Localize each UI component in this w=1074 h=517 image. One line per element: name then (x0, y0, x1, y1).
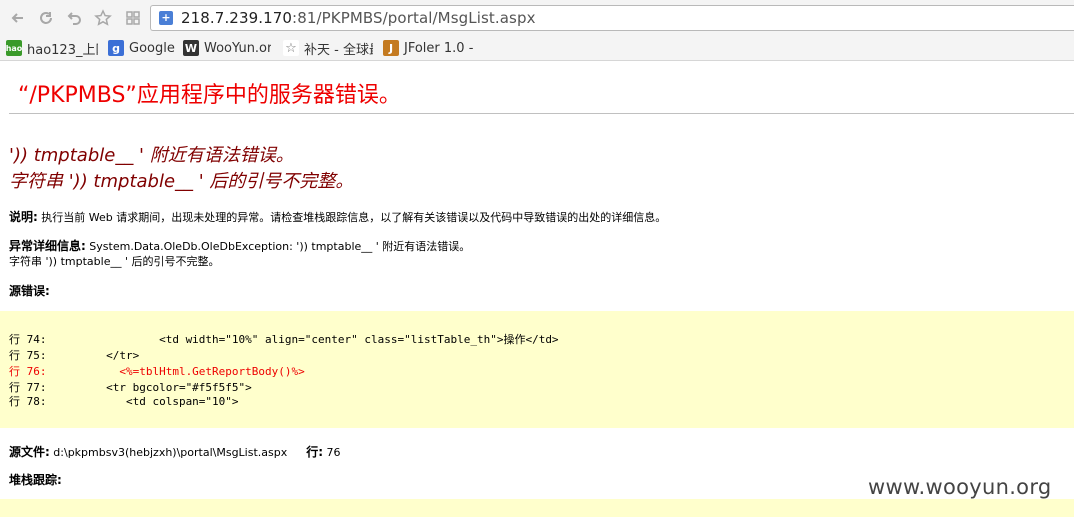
stack-trace-heading: 堆栈跟踪: (9, 471, 62, 488)
bookmark-label: hao123_上网 (27, 42, 98, 58)
line-label: 行: (306, 445, 324, 459)
undo-icon[interactable] (64, 8, 84, 28)
source-error-label: 源错误: (9, 284, 50, 298)
page-title: “/PKPMBS”应用程序中的服务器错误。 (18, 83, 401, 108)
url-path: :81/PKPMBS/portal/MsgList.aspx (292, 9, 536, 27)
exception-text: System.Data.OleDb.OleDbException: ')) tm… (85, 240, 471, 253)
jfoler-icon: J (383, 40, 399, 56)
google-icon: g (108, 40, 124, 56)
bookmark-wooyun[interactable]: W WooYun.org (183, 39, 271, 57)
description-text: 执行当前 Web 请求期间，出现未处理的异常。请检查堆栈跟踪信息，以了解有关该错… (37, 211, 667, 224)
bookmark-google[interactable]: g Google (108, 39, 178, 57)
bookmark-label: Google (129, 40, 175, 56)
url-host: 218.7.239.170 (181, 9, 293, 27)
hao123-icon: hao (6, 40, 22, 56)
page-content: “/PKPMBS”应用程序中的服务器错误。 ')) tmptable__ ' 附… (0, 61, 1074, 517)
bookmarks-bar: hao hao123_上网 g Google W WooYun.org ☆ 补天… (0, 36, 1074, 61)
bookmark-label: JFoler 1.0 - (404, 40, 473, 56)
butian-icon: ☆ (283, 40, 299, 56)
bookmark-hao123[interactable]: hao hao123_上网 (6, 39, 98, 57)
code-line: 行 75: </tr> (9, 349, 140, 362)
source-file-label: 源文件: (9, 445, 50, 459)
watermark: www.wooyun.org (868, 475, 1052, 499)
description-label: 说明: (9, 210, 38, 224)
source-error-heading: 源错误: (9, 282, 50, 299)
stack-trace-label: 堆栈跟踪: (9, 473, 62, 487)
star-icon[interactable] (93, 8, 113, 28)
back-icon[interactable] (8, 8, 28, 28)
browser-toolbar: + 218.7.239.170:81/PKPMBS/portal/MsgList… (0, 0, 1074, 36)
bookmark-butian[interactable]: ☆ 补天 - 全球最 (283, 39, 373, 57)
source-file: 源文件: d:\pkpmbsv3(hebjzxh)\portal\MsgList… (9, 443, 341, 460)
exception-label: 异常详细信息: (9, 239, 86, 253)
error-heading-line2: 字符串 ')) tmptable__ ' 后的引号不完整。 (9, 171, 354, 192)
security-shield-icon[interactable]: + (159, 11, 173, 25)
source-code-box: 行 74: <td width="10%" align="center" cla… (0, 311, 1074, 428)
source-file-value: d:\pkpmbsv3(hebjzxh)\portal\MsgList.aspx (49, 446, 288, 459)
exception-details: 异常详细信息: System.Data.OleDb.OleDbException… (9, 237, 470, 254)
bookmark-label: WooYun.org (204, 40, 271, 56)
refresh-icon[interactable] (36, 8, 56, 28)
bookmark-jfoler[interactable]: J JFoler 1.0 - (383, 39, 473, 57)
code-line: 行 78: <td colspan="10"> (9, 395, 239, 408)
address-bar[interactable]: + 218.7.239.170:81/PKPMBS/portal/MsgList… (150, 5, 1074, 31)
title-divider (9, 113, 1074, 114)
description: 说明: 执行当前 Web 请求期间，出现未处理的异常。请检查堆栈跟踪信息，以了解… (9, 208, 666, 225)
error-heading-line1: ')) tmptable__ ' 附近有语法错误。 (9, 145, 294, 166)
bookmark-label: 补天 - 全球最 (304, 42, 373, 58)
line-value: 76 (323, 446, 341, 459)
url-text: 218.7.239.170:81/PKPMBS/portal/MsgList.a… (181, 9, 536, 27)
code-line: 行 74: <td width="10%" align="center" cla… (9, 333, 559, 346)
code-line-error: 行 76: <%=tblHtml.GetReportBody()%> (9, 365, 305, 378)
grid-icon[interactable] (123, 8, 143, 28)
exception-text-line2: 字符串 ')) tmptable__ ' 后的引号不完整。 (9, 255, 220, 268)
stack-trace-box (0, 499, 1074, 517)
wooyun-icon: W (183, 40, 199, 56)
